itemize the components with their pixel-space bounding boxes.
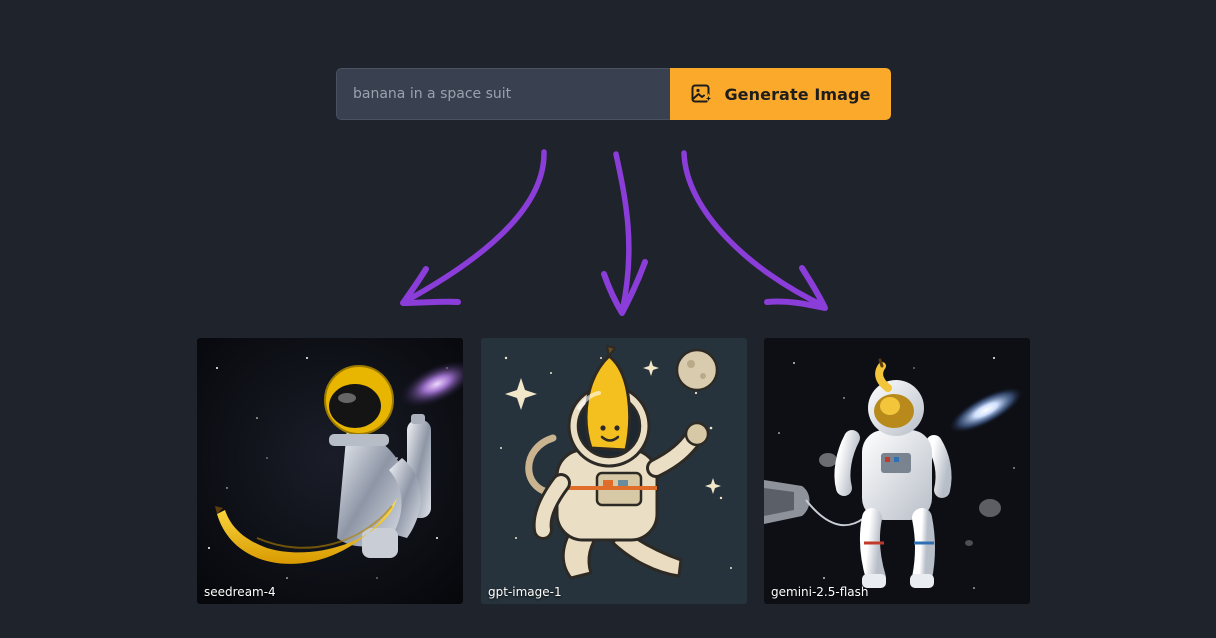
result-card-gemini[interactable]: gemini-2.5-flash [764,338,1030,604]
arrow-left-icon [400,149,547,306]
model-label: seedream-4 [204,585,276,599]
arrows-illustration [400,149,828,316]
result-card-seedream[interactable]: seedream-4 [197,338,463,604]
banana-astronaut-image [197,338,463,604]
model-label: gemini-2.5-flash [771,585,869,599]
model-label: gpt-image-1 [488,585,562,599]
prompt-bar: Generate Image [336,68,891,120]
generate-image-button[interactable]: Generate Image [670,68,891,120]
generate-button-label: Generate Image [724,84,871,104]
arrow-center-icon [601,151,648,316]
banana-astronaut-image [481,338,747,604]
arrow-right-icon [681,150,828,311]
result-card-gpt-image[interactable]: gpt-image-1 [481,338,747,604]
banana-astronaut-image [764,338,1030,604]
prompt-input[interactable] [336,68,670,120]
image-sparkle-icon [691,84,715,104]
